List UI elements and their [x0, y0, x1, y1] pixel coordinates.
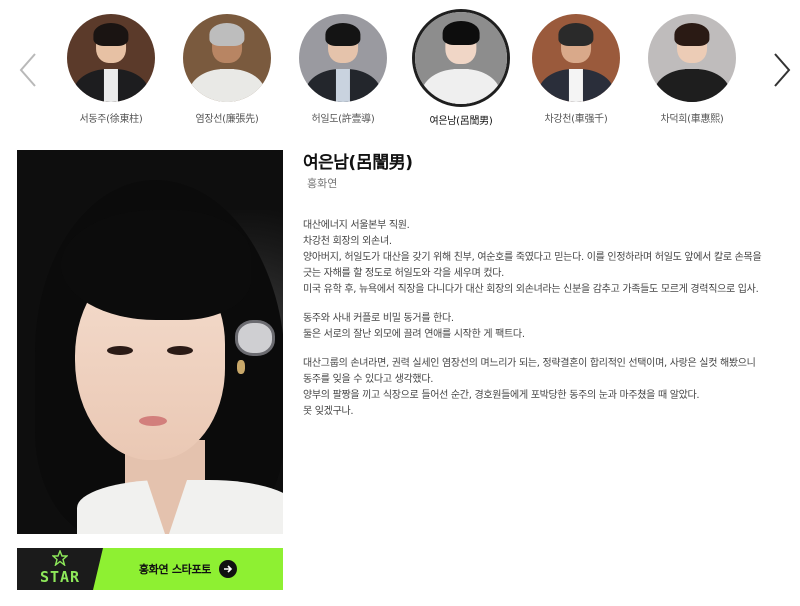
avatar: [415, 12, 507, 104]
star-logo: STAR: [17, 548, 103, 590]
chevron-left-icon[interactable]: [18, 52, 38, 88]
arrow-right-icon: [219, 560, 238, 578]
character-name: 여은남(呂誾男): [303, 153, 413, 173]
avatar: [67, 14, 155, 102]
cast-name: 허일도(許壹導): [311, 114, 375, 125]
character-portrait: [17, 150, 283, 534]
description-paragraph: 대산그룹의 손녀라면, 권력 실세인 염장선의 며느리가 되는, 정략결혼이 합…: [303, 356, 765, 420]
cast-name: 서동주(徐東柱): [79, 114, 143, 125]
star-photo-link[interactable]: 홍화연 스타포토: [93, 548, 283, 590]
cast-item[interactable]: 차덕희(車惠熙): [640, 14, 744, 125]
avatar: [532, 14, 620, 102]
cast-name: 차덕희(車惠熙): [660, 114, 724, 125]
cast-carousel: 서동주(徐東柱) 염장선(廉張先) 허일도(許壹導) 여은남(呂誾男) 차강천(車强千)…: [0, 0, 800, 140]
avatar: [648, 14, 736, 102]
description-line: 양부의 팔짱을 끼고 식장으로 들어선 순간, 경호원들에게 포박당한 동주의 …: [303, 390, 700, 401]
star-photo-banner[interactable]: STAR 홍화연 스타포토: [17, 548, 283, 590]
earbud-detail: [235, 320, 275, 356]
cast-item[interactable]: 여은남(呂誾男): [409, 12, 513, 127]
description-line: 동주와 사내 커플로 비밀 동거를 한다.: [303, 313, 454, 324]
description-paragraph: 대산에너지 서울본부 직원. 차강천 회장의 외손녀. 양아버지, 허일도가 대산을…: [303, 218, 765, 298]
cast-name: 염장선(廉張先): [195, 114, 259, 125]
cast-item[interactable]: 차강천(車强千): [524, 14, 628, 125]
description-line: 대산에너지 서울본부 직원.: [303, 220, 410, 231]
star-brand-text: STAR: [39, 568, 81, 586]
description-paragraph: 동주와 사내 커플로 비밀 동거를 한다. 둘은 서로의 잘난 외모에 끌려 연애…: [303, 311, 765, 343]
cast-name: 여은남(呂誾男): [429, 116, 493, 127]
cast-item[interactable]: 허일도(許壹導): [291, 14, 395, 125]
description-line: 대산그룹의 손녀라면, 권력 실세인 염장선의 며느리가 되는, 정략결혼이 합…: [303, 358, 756, 385]
cast-item[interactable]: 서동주(徐東柱): [59, 14, 163, 125]
description-line: 차강천 회장의 외손녀.: [303, 236, 392, 247]
star-icon: [52, 550, 68, 566]
avatar: [183, 14, 271, 102]
cast-item[interactable]: 염장선(廉張先): [175, 14, 279, 125]
description-line: 미국 유학 후, 뉴욕에서 직장을 다니다가 대산 회장의 외손녀라는 신분을 …: [303, 284, 759, 295]
star-photo-label: 홍화연 스타포토: [138, 563, 212, 576]
cast-name: 차강천(車强千): [544, 114, 608, 125]
chevron-right-icon[interactable]: [772, 52, 792, 88]
character-detail: 여은남(呂誾男) 홍화연 대산에너지 서울본부 직원. 차강천 회장의 외손녀. 양…: [303, 152, 765, 433]
description-line: 못 잊겠구나.: [303, 406, 354, 417]
avatar: [299, 14, 387, 102]
character-description: 대산에너지 서울본부 직원. 차강천 회장의 외손녀. 양아버지, 허일도가 대산을…: [303, 218, 765, 420]
description-line: 둘은 서로의 잘난 외모에 끌려 연애를 시작한 게 팩트다.: [303, 329, 525, 340]
actor-name: 홍화연: [307, 177, 338, 190]
description-line: 양아버지, 허일도가 대산을 갖기 위해 친부, 여순호를 죽였다고 믿는다. …: [303, 252, 762, 279]
